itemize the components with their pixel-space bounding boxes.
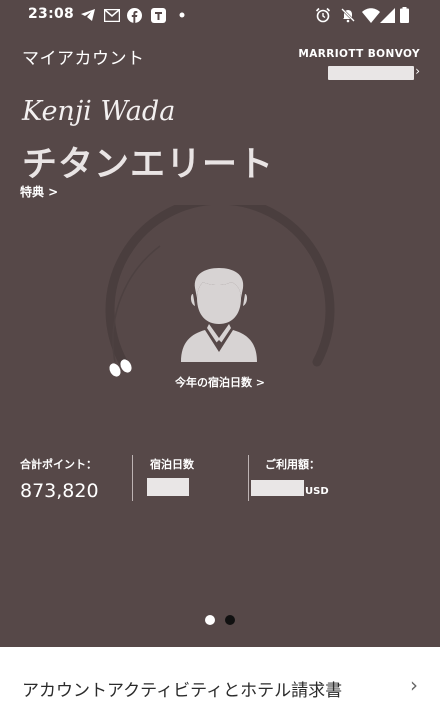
spend-stat: ご利用額： [265,456,320,472]
points-stat: 合計ポイント： 873,820 [20,456,99,502]
pager-dot[interactable] [225,615,235,625]
points-label: 合計ポイント： [20,458,97,471]
facebook-icon [127,7,142,23]
nights-stat: 宿泊日数 [150,456,194,472]
chevron-right-icon: › [410,673,418,697]
stat-divider [132,455,133,501]
member-number-chevron[interactable]: › [415,64,420,78]
stat-divider [248,455,249,501]
points-value: 873,820 [20,480,99,502]
nights-value-redacted [147,478,189,496]
member-number-redacted[interactable] [328,66,414,80]
gmail-icon [104,7,120,23]
notifications-off-icon [340,7,356,23]
wifi-icon [362,7,380,23]
telegram-icon [80,7,96,23]
cellular-signal-icon [380,7,395,23]
status-time: 23:08 [28,6,75,22]
account-activity-card[interactable]: アカウントアクティビティとホテル請求書 › [0,647,440,716]
brand-name: MARRIOTT BONVOY [298,48,420,60]
benefits-link[interactable]: 特典 > [20,183,58,200]
more-notifications-dot [179,7,185,23]
page-title: マイアカウント [22,49,145,69]
nights-this-year-link[interactable]: 今年の宿泊日数 > [0,374,440,390]
pager-dot-active[interactable] [205,615,215,625]
battery-icon [400,7,409,23]
elite-tier: チタンエリート [22,145,275,185]
spend-label: ご利用額： [265,458,320,471]
status-bar: 23:08 [0,0,440,30]
spend-value-redacted [251,480,304,496]
spend-unit: USD [305,486,329,497]
nights-label: 宿泊日数 [150,458,194,471]
app-notification-icon [151,7,166,23]
account-screen: 23:08 マイアカウント MARRIOTT BONVOY › Kenji Wa… [0,0,440,716]
member-avatar-icon [181,268,257,362]
member-name: Kenji Wada [22,96,176,127]
alarm-icon [315,7,331,23]
account-activity-label: アカウントアクティビティとホテル請求書 [22,681,343,701]
